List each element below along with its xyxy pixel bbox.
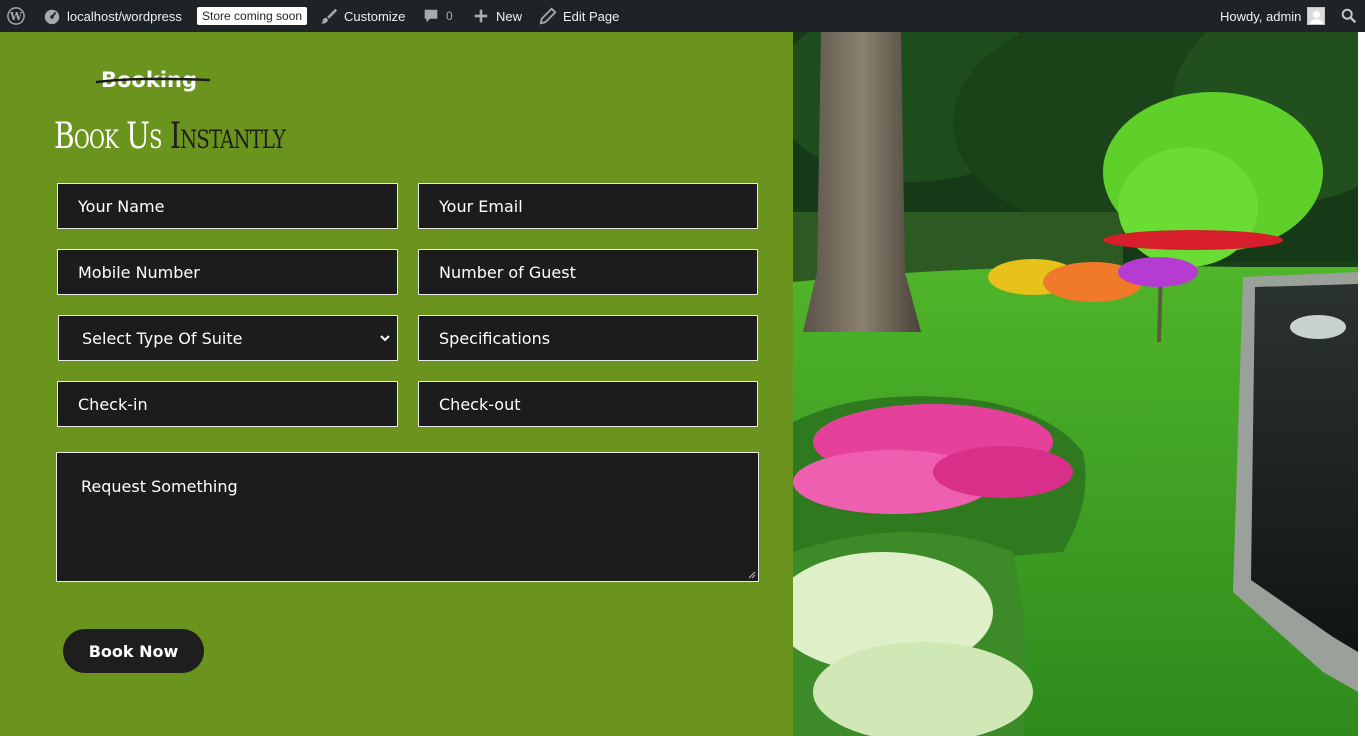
name-input[interactable]: Your Name	[57, 183, 398, 229]
comments-link[interactable]: 0	[422, 0, 453, 32]
heading-part-1: Book Us	[54, 116, 170, 157]
eyebrow-underline-decoration	[96, 77, 210, 84]
edit-page-link[interactable]: Edit Page	[539, 0, 619, 32]
plus-icon	[472, 7, 490, 25]
mobile-placeholder: Mobile Number	[78, 262, 200, 282]
heading-part-2: Instantly	[169, 116, 286, 157]
chevron-down-icon	[380, 335, 390, 342]
garden-photo	[793, 32, 1358, 736]
dashboard-gauge-icon	[43, 7, 61, 25]
mobile-input[interactable]: Mobile Number	[57, 249, 398, 295]
request-placeholder: Request Something	[81, 477, 238, 496]
admin-bar: W localhost/wordpress Store coming soon …	[0, 0, 1365, 32]
request-textarea[interactable]: Request Something	[56, 452, 759, 582]
avatar	[1307, 7, 1326, 25]
page-heading: Book Us Instantly	[54, 116, 286, 157]
search-icon	[1340, 7, 1358, 25]
new-content-link[interactable]: New	[472, 0, 522, 32]
specifications-placeholder: Specifications	[439, 328, 551, 348]
guests-placeholder: Number of Guest	[439, 262, 576, 282]
name-placeholder: Your Name	[78, 196, 165, 216]
wordpress-icon: W	[7, 7, 25, 25]
email-placeholder: Your Email	[439, 196, 523, 216]
suite-type-selected: Select Type Of Suite	[82, 328, 243, 348]
checkin-placeholder: Check-in	[78, 394, 148, 414]
customize-link[interactable]: Customize	[320, 0, 405, 32]
howdy-label: Howdy, admin	[1220, 8, 1302, 24]
pencil-icon	[539, 7, 557, 25]
checkout-placeholder: Check-out	[439, 394, 521, 414]
customize-label: Customize	[344, 8, 406, 24]
page-edge	[1358, 32, 1365, 736]
site-name-link[interactable]: localhost/wordpress	[43, 0, 182, 32]
book-now-button[interactable]: Book Now	[63, 629, 204, 673]
new-label: New	[496, 8, 523, 24]
paintbrush-icon	[320, 7, 338, 25]
edit-page-label: Edit Page	[563, 8, 620, 24]
specifications-input[interactable]: Specifications	[418, 315, 758, 361]
wordpress-logo-button[interactable]: W	[7, 0, 25, 32]
admin-search-button[interactable]	[1340, 0, 1358, 32]
store-coming-soon-badge[interactable]: Store coming soon	[197, 0, 308, 32]
suite-type-select[interactable]: Select Type Of Suite	[58, 315, 398, 361]
garden-illustration	[793, 32, 1358, 736]
resize-grip-icon[interactable]	[748, 571, 756, 579]
comments-count: 0	[446, 9, 453, 23]
checkout-input[interactable]: Check-out	[418, 381, 758, 427]
email-input[interactable]: Your Email	[418, 183, 758, 229]
booking-section: Booking Book Us Instantly Your Name Your…	[0, 32, 793, 736]
comment-bubble-icon	[422, 7, 440, 25]
my-account-menu[interactable]: Howdy, admin	[1220, 0, 1326, 32]
svg-text:W: W	[9, 10, 23, 23]
guests-input[interactable]: Number of Guest	[418, 249, 758, 295]
site-name: localhost/wordpress	[67, 8, 182, 24]
checkin-input[interactable]: Check-in	[57, 381, 398, 427]
